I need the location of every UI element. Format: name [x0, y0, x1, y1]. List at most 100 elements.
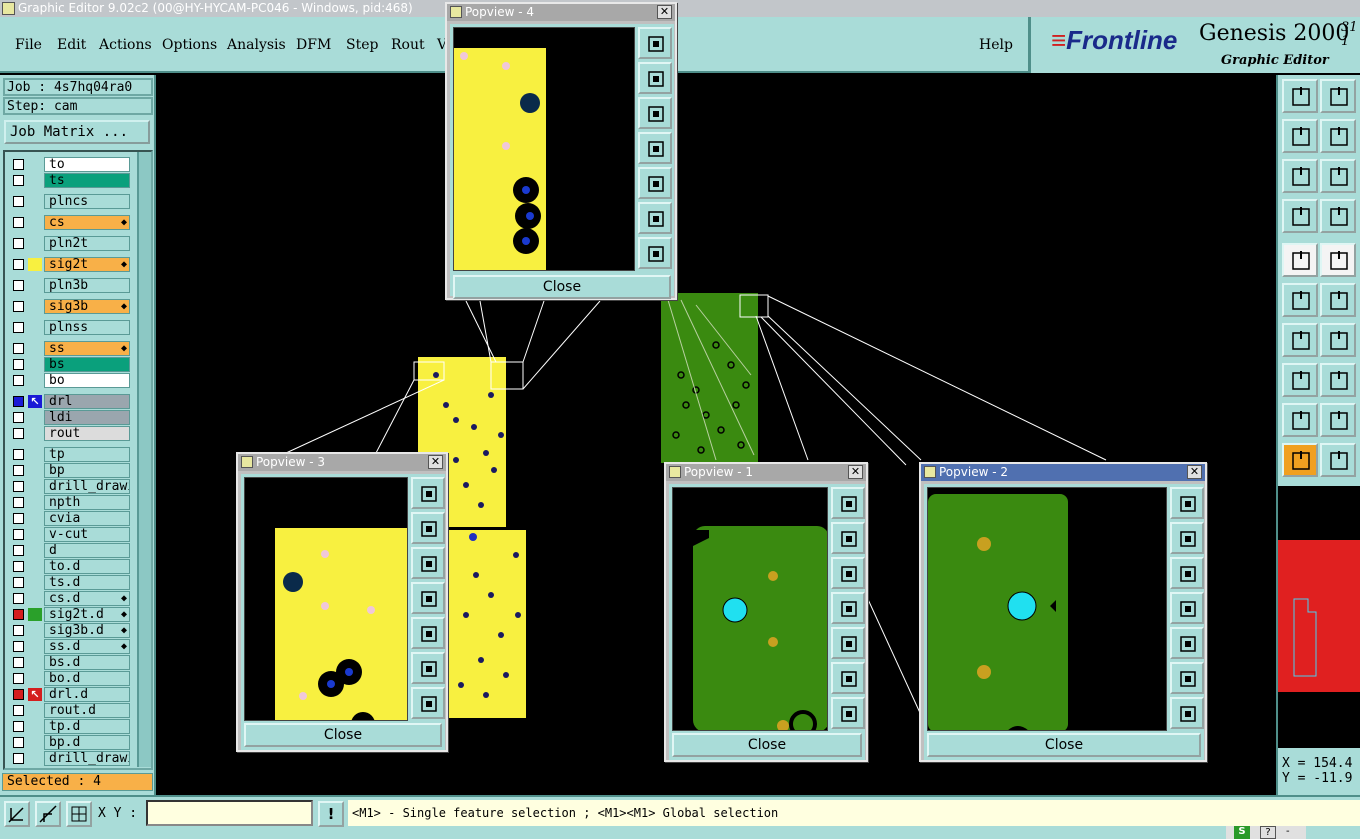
select-feature-icon[interactable]: [1282, 243, 1318, 277]
pan-down-icon[interactable]: [831, 557, 865, 589]
pan-down-icon[interactable]: [1170, 557, 1204, 589]
layer-name[interactable]: ss ◆: [44, 341, 130, 356]
menu-step[interactable]: Step: [346, 37, 378, 53]
zoom-fit-icon[interactable]: [1320, 79, 1356, 113]
layer-name[interactable]: bp.d: [44, 735, 130, 750]
popview-3-view[interactable]: [244, 477, 408, 721]
popview-4-view[interactable]: [453, 27, 635, 271]
layer-name[interactable]: tp: [44, 447, 130, 462]
layer-row[interactable]: cs.d ◆: [8, 591, 130, 606]
exclamation-button[interactable]: !: [318, 801, 344, 827]
zoom-in-icon[interactable]: [638, 202, 672, 234]
menu-edit[interactable]: Edit: [57, 37, 86, 53]
layer-name[interactable]: sig3b ◆: [44, 299, 130, 314]
work-layer-arrow-icon[interactable]: ↖: [28, 688, 42, 701]
menu-options[interactable]: Options: [162, 37, 217, 53]
pan-down-icon[interactable]: [411, 547, 445, 579]
layer-checkbox[interactable]: [13, 259, 24, 270]
popview-3-close-icon[interactable]: ✕: [428, 455, 443, 469]
layer-checkbox[interactable]: [13, 561, 24, 572]
layer-name[interactable]: ts.d: [44, 575, 130, 590]
layer-name[interactable]: drl.d: [44, 687, 130, 702]
zoom-out-icon[interactable]: [1320, 159, 1356, 193]
zoom-in-icon[interactable]: [831, 662, 865, 694]
pan-right-icon[interactable]: [1170, 627, 1204, 659]
layer-checkbox[interactable]: [13, 737, 24, 748]
zoom-home-icon[interactable]: [1282, 79, 1318, 113]
popview-4-titlebar[interactable]: Popview - 4 ✕: [447, 4, 675, 21]
snap-icon[interactable]: [1282, 363, 1318, 397]
measure-icon[interactable]: [35, 801, 61, 827]
layer-name[interactable]: rout.d: [44, 703, 130, 718]
layer-name[interactable]: npth: [44, 495, 130, 510]
layer-row[interactable]: cs ◆: [8, 215, 130, 230]
layer-checkbox[interactable]: [13, 196, 24, 207]
xy-input[interactable]: [146, 800, 313, 826]
pan-right-icon[interactable]: [638, 167, 672, 199]
pan-up-icon[interactable]: [411, 512, 445, 544]
layer-checkbox[interactable]: [13, 641, 24, 652]
layer-name[interactable]: sig3b.d ◆: [44, 623, 130, 638]
menu-file[interactable]: File: [15, 37, 42, 53]
layer-row[interactable]: to: [8, 157, 130, 172]
layer-checkbox[interactable]: [13, 657, 24, 668]
layer-name[interactable]: to.d: [44, 559, 130, 574]
zoom-in-icon[interactable]: [1170, 662, 1204, 694]
layer-name[interactable]: pln3b: [44, 278, 130, 293]
layer-row[interactable]: ↖ drl.d: [8, 687, 130, 702]
triangle-alt-icon[interactable]: [1320, 403, 1356, 437]
layer-scrollbar[interactable]: [137, 152, 151, 767]
layer-row[interactable]: sig3b ◆: [8, 299, 130, 314]
measure-icon[interactable]: [1282, 323, 1318, 357]
menu-analysis[interactable]: Analysis: [227, 37, 286, 53]
snap-icon[interactable]: [4, 801, 30, 827]
layer-checkbox[interactable]: [13, 513, 24, 524]
work-layer-arrow-icon[interactable]: ↖: [28, 395, 42, 408]
popview-1-view[interactable]: [672, 487, 828, 731]
menu-dfm[interactable]: DFM: [296, 37, 331, 53]
layer-name[interactable]: sig2t.d ◆: [44, 607, 130, 622]
layer-checkbox[interactable]: [13, 753, 24, 764]
pan-left-icon[interactable]: [411, 582, 445, 614]
layer-row[interactable]: v-cut: [8, 527, 130, 542]
select-area-icon[interactable]: [1320, 243, 1356, 277]
net-icon[interactable]: [1282, 283, 1318, 317]
layer-name[interactable]: ss.d ◆: [44, 639, 130, 654]
layer-name[interactable]: pln2t: [44, 236, 130, 251]
layer-row[interactable]: tp: [8, 447, 130, 462]
layer-row[interactable]: ss ◆: [8, 341, 130, 356]
layer-checkbox[interactable]: [13, 301, 24, 312]
layer-name[interactable]: drill_drawing: [44, 479, 130, 494]
layer-checkbox[interactable]: [13, 175, 24, 186]
layer-row[interactable]: ts: [8, 173, 130, 188]
layer-row[interactable]: npth: [8, 495, 130, 510]
layer-checkbox[interactable]: [13, 396, 24, 407]
layer-name[interactable]: sig2t ◆: [44, 257, 130, 272]
zoom-out-icon[interactable]: [638, 237, 672, 269]
zoom-out-icon[interactable]: [831, 697, 865, 729]
layer-checkbox[interactable]: [13, 238, 24, 249]
layer-row[interactable]: to.d: [8, 559, 130, 574]
layer-row[interactable]: tp.d: [8, 719, 130, 734]
job-matrix-button[interactable]: Job Matrix ...: [4, 120, 150, 144]
layer-row[interactable]: bs: [8, 357, 130, 372]
layer-row[interactable]: ss.d ◆: [8, 639, 130, 654]
layer-row[interactable]: ldi: [8, 410, 130, 425]
layer-name[interactable]: bo.d: [44, 671, 130, 686]
pan-left-icon[interactable]: [638, 132, 672, 164]
layer-name[interactable]: ldi: [44, 410, 130, 425]
layer-row[interactable]: pln2t: [8, 236, 130, 251]
layer-checkbox[interactable]: [13, 545, 24, 556]
layer-row[interactable]: sig3b.d ◆: [8, 623, 130, 638]
layer-name[interactable]: tp.d: [44, 719, 130, 734]
layer-color-swatch[interactable]: [28, 258, 42, 271]
layer-row[interactable]: d: [8, 543, 130, 558]
layer-checkbox[interactable]: [13, 465, 24, 476]
layer-checkbox[interactable]: [13, 322, 24, 333]
layer-checkbox[interactable]: [13, 689, 24, 700]
layer-row[interactable]: ↖ drl: [8, 394, 130, 409]
layer-row[interactable]: bp.d: [8, 735, 130, 750]
popview-4-close-icon[interactable]: ✕: [657, 5, 672, 19]
layer-row[interactable]: ts.d: [8, 575, 130, 590]
layer-checkbox[interactable]: [13, 673, 24, 684]
